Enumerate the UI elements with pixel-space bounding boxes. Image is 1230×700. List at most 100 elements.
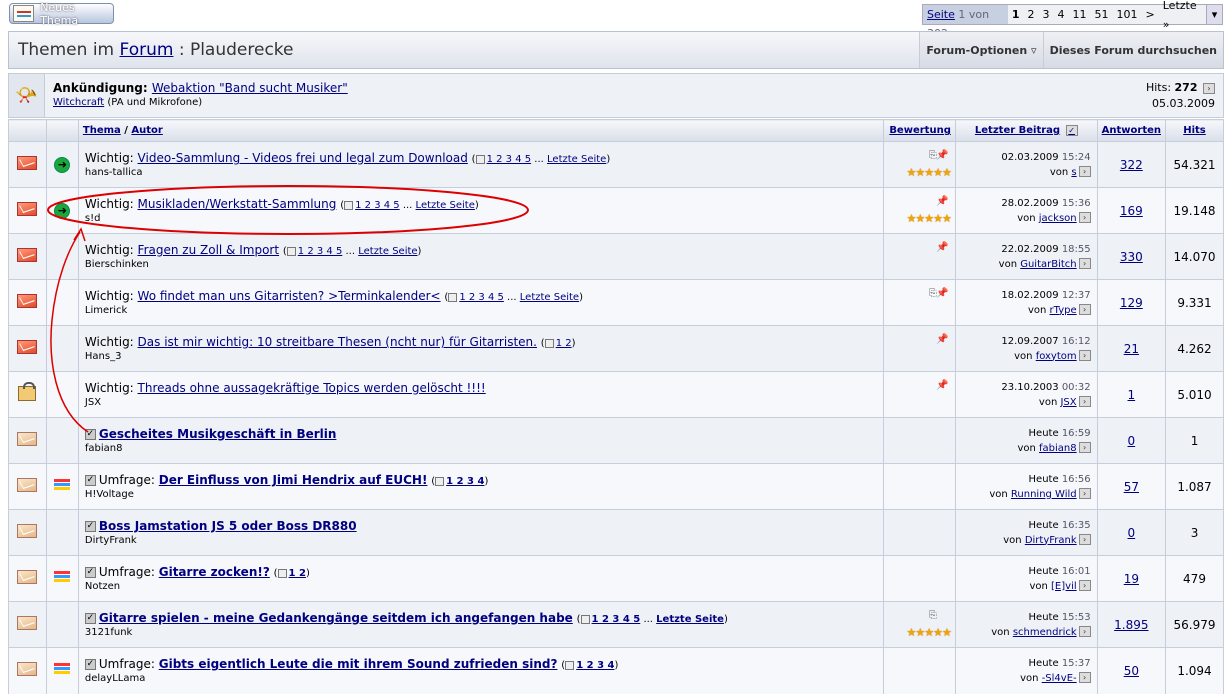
page-links: (1 2 3 4 5 ... Letzte Seite) xyxy=(282,246,422,257)
announcement-author[interactable]: Witchcraft xyxy=(53,97,104,108)
last-poster-link[interactable]: foxytom xyxy=(1036,351,1077,362)
go-to-last-post-icon[interactable]: › xyxy=(1078,258,1091,269)
page-101[interactable]: 101 xyxy=(1113,5,1142,24)
last-poster-link[interactable]: -Sl4vE- xyxy=(1042,673,1077,684)
replies-link[interactable]: 0 xyxy=(1128,434,1136,448)
thread-title-link[interactable]: Das ist mir wichtig: 10 streitbare These… xyxy=(138,335,537,349)
page-last[interactable]: Letzte » xyxy=(1159,0,1206,31)
chevron-down-icon[interactable]: ▾ xyxy=(1205,5,1222,24)
replies-link[interactable]: 21 xyxy=(1124,342,1139,356)
last-poster-link[interactable]: Running Wild xyxy=(1011,489,1077,500)
thread-title-link[interactable]: Threads ohne aussagekräftige Topics werd… xyxy=(138,381,486,395)
status-icon-cell xyxy=(8,141,47,188)
hits-cell: 5.010 xyxy=(1165,371,1224,418)
last-poster-link[interactable]: jackson xyxy=(1039,213,1077,224)
thread-author: Limerick xyxy=(84,305,128,316)
hits-cell: 19.148 xyxy=(1165,187,1224,234)
thread-title-link[interactable]: Wo findet man uns Gitarristen? >Terminka… xyxy=(138,289,441,303)
thread-title-link[interactable]: Gibts eigentlich Leute die mit ihrem Sou… xyxy=(159,657,558,671)
last-page-link[interactable]: Letzte Seite xyxy=(520,292,579,303)
replies-link[interactable]: 57 xyxy=(1124,480,1139,494)
thread-title-link[interactable]: Fragen zu Zoll & Import xyxy=(138,243,280,257)
col-antworten[interactable]: Antworten xyxy=(1096,119,1166,142)
go-to-last-post-icon[interactable]: › xyxy=(1078,304,1091,315)
replies-link[interactable]: 1.895 xyxy=(1114,618,1148,632)
replies-link[interactable]: 19 xyxy=(1124,572,1139,586)
go-to-icon[interactable]: › xyxy=(1203,82,1215,94)
envelope-icon xyxy=(17,248,38,262)
status-icon-cell xyxy=(8,463,47,510)
page-2[interactable]: 2 xyxy=(1024,5,1039,24)
replies-cell: 50 xyxy=(1096,647,1166,694)
new-thread-button[interactable]: Neues Thema xyxy=(9,1,114,27)
go-to-last-post-icon[interactable]: › xyxy=(1078,166,1091,177)
last-post-cell: 12.09.2007 16:12 von foxytom › xyxy=(954,325,1098,372)
last-poster-link[interactable]: [E]vil xyxy=(1051,581,1077,592)
multipage-icon xyxy=(286,246,296,256)
go-to-last-post-icon[interactable]: › xyxy=(1078,488,1091,499)
last-page-link[interactable]: Letzte Seite xyxy=(547,154,606,165)
replies-cell: 1.895 xyxy=(1096,601,1166,648)
envelope-icon xyxy=(17,432,38,446)
page-next[interactable]: > xyxy=(1142,5,1159,24)
thread-title-link[interactable]: Gescheites Musikgeschäft in Berlin xyxy=(99,427,337,441)
last-poster-link[interactable]: s xyxy=(1071,167,1076,178)
replies-link[interactable]: 169 xyxy=(1120,204,1143,218)
go-to-last-post-icon[interactable]: › xyxy=(1078,442,1091,453)
page-51[interactable]: 51 xyxy=(1091,5,1113,24)
go-to-last-post-icon[interactable]: › xyxy=(1078,396,1091,407)
last-page-link[interactable]: Letzte Seite xyxy=(416,200,475,211)
replies-cell: 1 xyxy=(1096,371,1166,418)
go-to-last-post-icon[interactable]: › xyxy=(1078,672,1091,684)
replies-link[interactable]: 322 xyxy=(1120,158,1143,172)
multipage-icon xyxy=(344,200,354,210)
last-page-link[interactable]: Letzte Seite xyxy=(656,614,724,625)
last-poster-link[interactable]: schmendrick xyxy=(1013,627,1077,638)
replies-link[interactable]: 330 xyxy=(1120,250,1143,264)
last-poster-link[interactable]: fabian8 xyxy=(1039,443,1077,454)
last-poster-link[interactable]: GuitarBitch xyxy=(1020,259,1076,270)
page-1[interactable]: 1 xyxy=(1008,5,1024,24)
page-3[interactable]: 3 xyxy=(1039,5,1054,24)
go-to-last-post-icon[interactable]: › xyxy=(1078,626,1091,637)
col-bewertung[interactable]: Bewertung xyxy=(882,119,956,142)
thread-title-cell: Wichtig: Threads ohne aussagekräftige To… xyxy=(77,371,884,418)
forum-options-menu[interactable]: Forum-Optionen ▿ xyxy=(919,32,1043,68)
status-icon-cell xyxy=(8,233,47,280)
replies-link[interactable]: 0 xyxy=(1128,526,1136,540)
thread-title-link[interactable]: Video-Sammlung - Videos frei und legal z… xyxy=(138,151,468,165)
go-to-last-post-icon[interactable]: › xyxy=(1078,580,1091,591)
col-thema[interactable]: Thema / Autor xyxy=(77,119,884,142)
announcement: 📯 Ankündigung: Webaktion "Band sucht Mus… xyxy=(8,73,1224,118)
replies-link[interactable]: 50 xyxy=(1124,664,1139,678)
last-poster-link[interactable]: DirtyFrank xyxy=(1025,535,1077,546)
thread-title-link[interactable]: Der Einfluss von Jimi Hendrix auf EUCH! xyxy=(159,473,428,487)
go-to-last-post-icon[interactable]: › xyxy=(1078,212,1091,223)
pagination-label: Seite 1 von 302 xyxy=(923,5,1008,40)
thread-title-link[interactable]: Gitarre zocken!? xyxy=(159,565,270,579)
replies-link[interactable]: 1 xyxy=(1128,388,1136,402)
rating-cell: 📌 xyxy=(882,233,956,280)
replies-cell: 322 xyxy=(1096,141,1166,188)
search-forum-button[interactable]: Dieses Forum durchsuchen xyxy=(1042,32,1223,68)
go-to-last-post-icon[interactable]: › xyxy=(1078,534,1091,545)
envelope-icon xyxy=(17,524,38,538)
replies-link[interactable]: 129 xyxy=(1120,296,1143,310)
last-poster-link[interactable]: rType xyxy=(1050,305,1077,316)
col-hits[interactable]: Hits xyxy=(1165,119,1224,142)
last-poster-link[interactable]: JSX xyxy=(1060,397,1076,408)
forum-link[interactable]: Forum xyxy=(120,40,174,60)
thread-author: hans-tallica xyxy=(84,167,143,178)
page-4[interactable]: 4 xyxy=(1054,5,1069,24)
thread-title-link[interactable]: Musikladen/Werkstatt-Sammlung xyxy=(138,197,337,211)
thread-title-link[interactable]: Boss Jamstation JS 5 oder Boss DR880 xyxy=(99,519,357,533)
thread-author: Bierschinken xyxy=(84,259,149,270)
multipage-icon xyxy=(435,476,445,486)
announcement-link[interactable]: Webaktion "Band sucht Musiker" xyxy=(152,81,348,95)
poll-icon xyxy=(54,663,71,676)
page-11[interactable]: 11 xyxy=(1069,5,1091,24)
col-letzter-beitrag[interactable]: Letzter Beitrag ✓ xyxy=(954,119,1098,142)
thread-title-link[interactable]: Gitarre spielen - meine Gedankengänge se… xyxy=(99,611,573,625)
go-to-last-post-icon[interactable]: › xyxy=(1078,350,1091,361)
last-page-link[interactable]: Letzte Seite xyxy=(358,246,417,257)
